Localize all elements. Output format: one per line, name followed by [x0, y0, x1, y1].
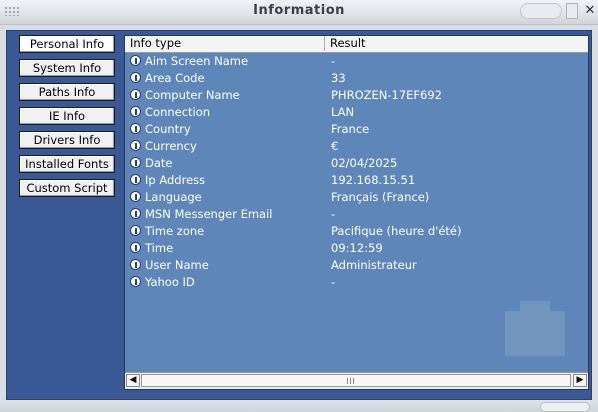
info-result-value: 192.168.15.51 [331, 173, 416, 187]
info-result-value: Administrateur [331, 258, 417, 272]
list-header: Info type Result [125, 36, 588, 53]
bottom-bar [0, 400, 598, 412]
list-item[interactable]: Area Code 33 [125, 70, 588, 87]
sidebar-item-drivers-info[interactable]: Drivers Info [19, 131, 115, 149]
info-list-view[interactable]: Info type Result Aim Screen Name - Area Co… [124, 35, 589, 390]
list-item[interactable]: Date 02/04/2025 [125, 155, 588, 172]
column-header-info-type[interactable]: Info type [125, 36, 325, 51]
sidebar-item-installed-fonts[interactable]: Installed Fonts [19, 155, 115, 173]
info-type-label: Ip Address [145, 173, 206, 187]
bottom-decoration [540, 402, 590, 412]
sidebar-item-personal-info[interactable]: Personal Info [19, 35, 115, 53]
title-decoration [520, 3, 562, 19]
list-item[interactable]: MSN Messenger Email - [125, 206, 588, 223]
watermark-logo-icon [505, 301, 565, 356]
info-type-label: Language [145, 190, 202, 204]
info-result-value: - [331, 207, 336, 221]
scrollbar-thumb[interactable] [141, 374, 571, 387]
info-type-label: Yahoo ID [145, 275, 195, 289]
info-result-value: Pacifique (heure d'été) [331, 224, 462, 238]
info-type-label: Currency [145, 139, 197, 153]
info-icon [130, 225, 141, 236]
info-type-label: User Name [145, 258, 209, 272]
info-type-label: Aim Screen Name [145, 54, 249, 68]
sidebar-item-system-info[interactable]: System Info [19, 59, 115, 77]
info-result-value: Français (France) [331, 190, 430, 204]
info-type-label: MSN Messenger Email [145, 207, 273, 221]
info-result-value: 02/04/2025 [331, 156, 398, 170]
list-item[interactable]: Ip Address 192.168.15.51 [125, 172, 588, 189]
sidebar: Personal Info System Info Paths Info IE … [19, 35, 115, 203]
list-item[interactable]: Time 09:12:59 [125, 240, 588, 257]
info-icon [130, 191, 141, 202]
info-icon [130, 157, 141, 168]
main-panel: Personal Info System Info Paths Info IE … [6, 30, 592, 400]
list-item[interactable]: Connection LAN [125, 104, 588, 121]
info-type-label: Computer Name [145, 88, 240, 102]
info-type-label: Date [145, 156, 173, 170]
list-item[interactable]: Currency € [125, 138, 588, 155]
info-icon [130, 106, 141, 117]
list-item[interactable]: Aim Screen Name - [125, 53, 588, 70]
list-item[interactable]: Time zone Pacifique (heure d'été) [125, 223, 588, 240]
thumb-grip-icon [347, 378, 355, 384]
info-icon [130, 72, 141, 83]
info-type-label: Country [145, 122, 191, 136]
list-item[interactable]: Language Français (France) [125, 189, 588, 206]
list-rows: Aim Screen Name - Area Code 33 Computer Name… [125, 53, 588, 291]
list-item[interactable]: User Name Administrateur [125, 257, 588, 274]
info-result-value: LAN [331, 105, 355, 119]
info-icon [130, 123, 141, 134]
sidebar-item-ie-info[interactable]: IE Info [19, 107, 115, 125]
info-icon [130, 208, 141, 219]
sidebar-item-paths-info[interactable]: Paths Info [19, 83, 115, 101]
info-icon [130, 55, 141, 66]
info-type-label: Time [145, 241, 174, 255]
info-icon [130, 259, 141, 270]
list-item[interactable]: Computer Name PHROZEN-17EF692 [125, 87, 588, 104]
list-item[interactable]: Country France [125, 121, 588, 138]
info-result-value: - [331, 275, 336, 289]
info-icon [130, 276, 141, 287]
minimize-button[interactable] [566, 3, 578, 19]
info-result-value: France [331, 122, 370, 136]
close-icon[interactable]: ✕ [583, 2, 597, 20]
info-icon [130, 140, 141, 151]
window-title: Information [253, 3, 345, 18]
info-result-value: PHROZEN-17EF692 [331, 88, 442, 102]
info-result-value: € [331, 139, 339, 153]
info-result-value: 33 [331, 71, 346, 85]
information-window: Information ✕ Personal Info System Info … [0, 0, 598, 412]
info-type-label: Connection [145, 105, 211, 119]
info-type-label: Time zone [145, 224, 205, 238]
info-type-label: Area Code [145, 71, 205, 85]
info-icon [130, 242, 141, 253]
scroll-right-icon[interactable]: ▶ [573, 374, 587, 387]
scroll-left-icon[interactable]: ◀ [126, 374, 140, 387]
horizontal-scrollbar[interactable]: ◀ ▶ [125, 372, 588, 389]
title-bar[interactable]: Information ✕ [0, 0, 598, 25]
info-icon [130, 89, 141, 100]
info-result-value: 09:12:59 [331, 241, 383, 255]
sidebar-item-custom-script[interactable]: Custom Script [19, 179, 115, 197]
info-result-value: - [331, 54, 336, 68]
info-icon [130, 174, 141, 185]
column-header-result[interactable]: Result [325, 36, 588, 51]
list-item[interactable]: Yahoo ID - [125, 274, 588, 291]
